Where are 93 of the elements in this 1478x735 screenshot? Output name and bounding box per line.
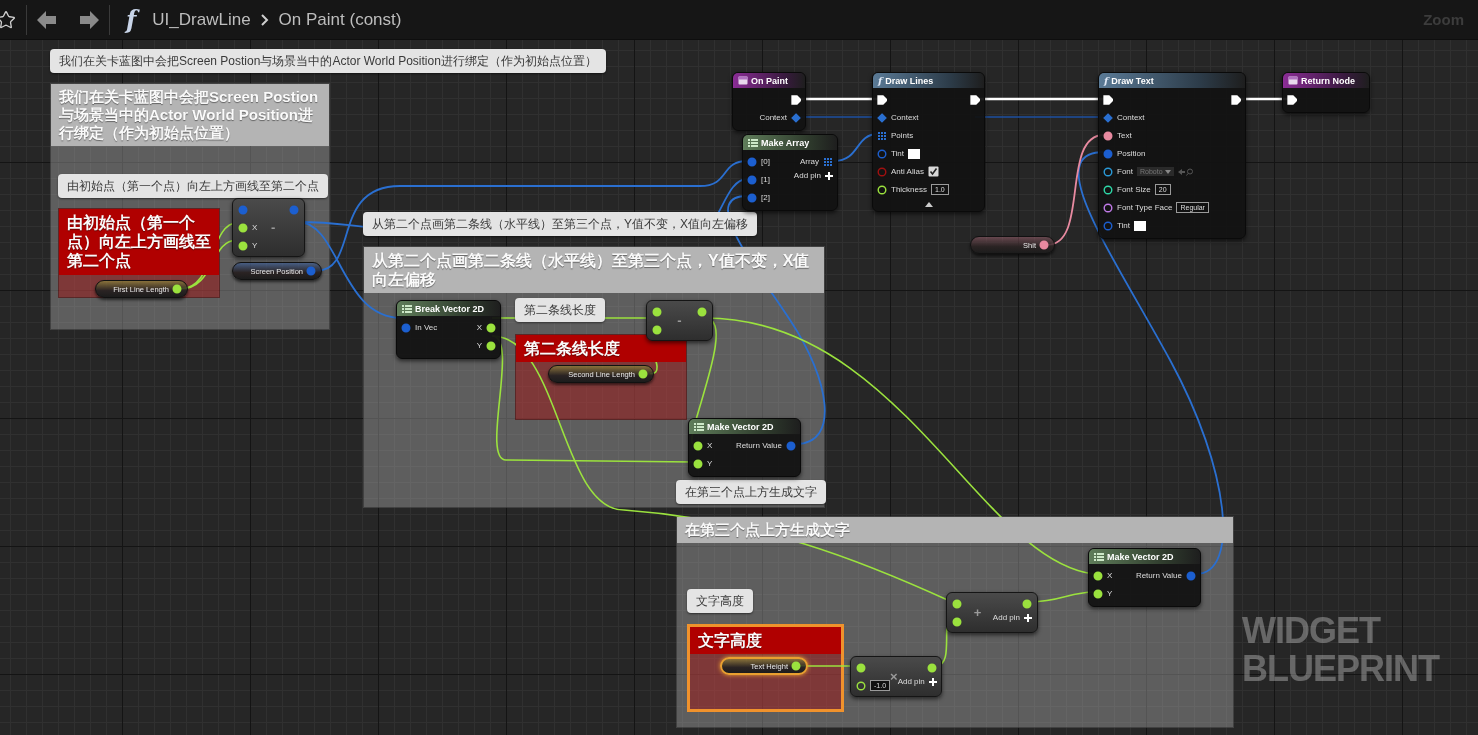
pin-label: [1]: [761, 175, 770, 184]
function-symbol: f: [878, 75, 883, 86]
pin-label: Return Value: [735, 441, 782, 450]
exec-pin[interactable]: [1287, 94, 1297, 105]
pin-label: Position: [1117, 149, 1146, 158]
forward-arrow-icon[interactable]: [79, 10, 99, 29]
comment-title: 在第三个点上方生成文字: [677, 517, 1233, 543]
data-pin[interactable]: [1039, 240, 1049, 250]
back-arrow-icon[interactable]: [37, 10, 57, 29]
list-icon: [1094, 552, 1104, 561]
pin-label: Tint: [891, 149, 905, 158]
list-icon: [402, 304, 412, 313]
comment-bubble: 从第二个点画第二条线（水平线）至第三个点，Y值不变，X值向左偏移: [363, 212, 757, 236]
pin-label: Context: [891, 113, 919, 122]
event-icon: [738, 76, 748, 85]
comment-title: 我们在关卡蓝图中会把Screen Postion与场景当中的Actor World Position进行绑定（作为初始点位置）: [51, 84, 329, 146]
caret-icon: [1164, 169, 1171, 174]
node-title: Make Array: [761, 137, 810, 148]
pin-label: Points: [891, 131, 914, 140]
event-icon: [1288, 76, 1298, 85]
pin-label: Y: [476, 341, 482, 350]
comment-bubble: 在第三个点上方生成文字: [676, 480, 826, 504]
pin-label: Y: [1107, 589, 1113, 598]
operator-node[interactable]: + Add pin: [946, 592, 1038, 633]
blueprint-node[interactable]: Return Node: [1282, 72, 1370, 113]
pin-label: Array: [799, 157, 819, 166]
collapse-arrow-icon[interactable]: [924, 202, 933, 207]
node-title: On Paint: [751, 75, 788, 86]
data-pin[interactable]: [1103, 184, 1113, 195]
pin-label: In Vec: [415, 323, 438, 332]
pin-label: Thickness: [891, 185, 927, 194]
graph-watermark: WIDGET BLUEPRINT: [1242, 612, 1441, 688]
pin-label: X: [252, 223, 258, 232]
pin-label: Font: [1117, 167, 1133, 176]
pin-label: Context: [1117, 113, 1145, 122]
exec-pin[interactable]: [1231, 94, 1241, 105]
breadcrumb-link[interactable]: UI_DrawLine: [152, 9, 251, 30]
favorite-star-icon[interactable]: [0, 9, 16, 30]
list-icon: [694, 422, 704, 431]
data-pin[interactable]: [1103, 130, 1113, 141]
pin-label: [2]: [761, 193, 770, 202]
breadcrumb-link[interactable]: On Paint (const): [278, 9, 402, 30]
plus-icon: [825, 171, 833, 180]
comment-title: 第二条线长度: [516, 335, 686, 363]
comment-title: 由初始点（第一个点）向左上方画线至第二个点: [59, 209, 219, 275]
pin-label: Tint: [1117, 221, 1131, 230]
pin-label: Font Type Face: [1117, 203, 1173, 212]
list-icon: [748, 138, 758, 147]
comment-title: 从第二个点画第二条线（水平线）至第三个点，Y值不变，X值向左偏移: [364, 247, 824, 294]
color-swatch[interactable]: [1134, 220, 1147, 231]
chevron-right-icon: [260, 13, 269, 26]
operator-symbol: ×: [890, 669, 898, 684]
exec-pin[interactable]: [1103, 94, 1113, 105]
checkbox[interactable]: [927, 166, 939, 177]
pin-label: [0]: [761, 157, 770, 166]
pin-label: X: [1107, 571, 1113, 580]
node-title: Break Vector 2D: [415, 303, 485, 314]
data-pin[interactable]: [1103, 166, 1113, 177]
pin-label: Anti Alias: [891, 167, 924, 176]
exec-pin[interactable]: [877, 94, 887, 105]
operator-symbol: -: [271, 220, 276, 235]
node-title: Draw Text: [1111, 75, 1154, 86]
node-title: Make Vector 2D: [1107, 551, 1174, 562]
add-pin-button[interactable]: Add pin: [992, 613, 1032, 622]
add-pin-button[interactable]: Add pin: [897, 677, 937, 686]
plus-icon: [928, 677, 937, 686]
operator-symbol: +: [973, 605, 982, 620]
blueprint-node[interactable]: Make Array [0] [1] [2] Array Add pin: [742, 134, 838, 211]
pin-label: Return Value: [1135, 571, 1182, 580]
exec-pin[interactable]: [791, 94, 801, 105]
node-title: Draw Lines: [885, 75, 934, 86]
pin-label: Text: [1117, 131, 1132, 140]
pin-label: Font Size: [1117, 185, 1151, 194]
operator-symbol: -: [677, 313, 682, 328]
comment-bubble: 我们在关卡蓝图中会把Screen Postion与场景当中的Actor World Position进行绑定（作为初始点位置）: [50, 49, 606, 73]
function-symbol: f: [1104, 75, 1109, 86]
exec-pin[interactable]: [970, 94, 980, 105]
pin-label: X: [707, 441, 713, 450]
data-pin[interactable]: [1103, 202, 1113, 213]
color-swatch[interactable]: [908, 148, 921, 159]
add-pin-button[interactable]: Add pin: [793, 171, 833, 180]
comment-bubble: 文字高度: [687, 589, 753, 613]
comment-title: 文字高度: [690, 627, 841, 655]
plus-icon: [1024, 613, 1032, 622]
blueprint-node[interactable]: On Paint Context: [732, 72, 806, 131]
comment-bubble: 由初始点（第一个点）向左上方画线至第二个点: [58, 174, 328, 198]
node-title: Return Node: [1301, 75, 1355, 86]
pin-label: Y: [707, 459, 713, 468]
pin-label: Context: [759, 113, 787, 122]
pin-label: X: [476, 323, 482, 332]
pin-label: Y: [252, 241, 258, 250]
node-title: Make Vector 2D: [707, 421, 774, 432]
comment-bubble: 第二条线长度: [515, 298, 605, 322]
